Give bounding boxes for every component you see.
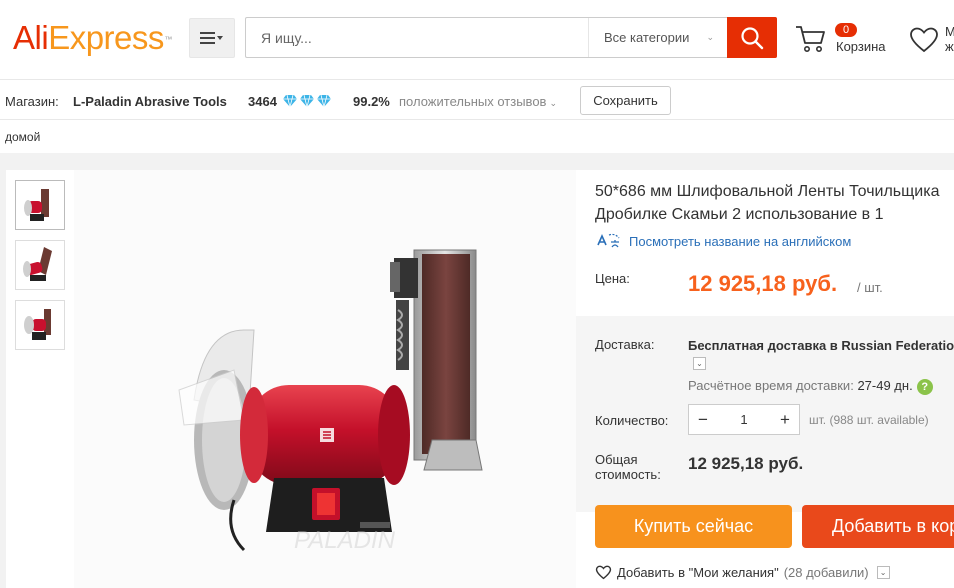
wishlist-label: Мж [945, 24, 954, 54]
shipping-options-dropdown[interactable]: ⌄ [693, 357, 706, 370]
decrease-quantity-button[interactable]: − [689, 405, 717, 434]
search-category-select[interactable]: Все категории ⌄ [588, 18, 727, 57]
breadcrumb-home-link[interactable]: домой [5, 130, 40, 144]
diamond-icon [283, 94, 297, 108]
delivery-estimate: Расчётное время доставки: 27-49 дн.? [688, 378, 933, 395]
breadcrumb: домой [0, 121, 954, 153]
quantity-stepper: − + [688, 404, 800, 435]
diamond-icon [317, 94, 331, 108]
quantity-label: Количество: [595, 413, 669, 428]
product-thumbnail[interactable] [15, 180, 65, 230]
search-category-label: Все категории [604, 30, 690, 45]
help-icon[interactable]: ? [916, 378, 933, 395]
price-unit: / шт. [857, 280, 883, 295]
buy-now-button[interactable]: Купить сейчас [595, 505, 792, 548]
product-thumbnail[interactable] [15, 300, 65, 350]
total-price-label: Общая стоимость: [595, 452, 661, 482]
store-feedback-label: положительных отзывов [399, 94, 547, 109]
wishlist-count: (28 добавили) [783, 565, 869, 580]
cart-count-badge: 0 [835, 23, 857, 37]
cart-icon [796, 26, 825, 52]
translate-link-label: Посмотреть название на английском [629, 233, 852, 249]
store-rating-diamonds [282, 94, 332, 108]
quantity-input[interactable] [717, 405, 771, 434]
hamburger-icon [200, 32, 223, 44]
svg-text:PALADIN: PALADIN [294, 527, 396, 554]
search-bar: Все категории ⌄ [245, 17, 777, 58]
chevron-down-icon[interactable]: ⌄ [876, 566, 890, 579]
store-score: 3464 [248, 94, 277, 109]
product-thumbnail[interactable] [15, 240, 65, 290]
logo-express-text: Express [48, 19, 164, 56]
chevron-down-icon: ⌄ [549, 98, 558, 108]
logo-ali-text: Ali [13, 19, 49, 56]
search-input[interactable] [246, 18, 588, 57]
store-label: Магазин: [5, 94, 59, 109]
header-wishlist-button[interactable]: Мж [907, 20, 954, 60]
store-feedback-dropdown[interactable]: положительных отзывов ⌄ [399, 94, 557, 109]
chevron-down-icon: ⌄ [706, 32, 714, 42]
store-info-bar: Магазин: L-Paladin Abrasive Tools 3464 9… [0, 80, 954, 120]
save-store-button[interactable]: Сохранить [580, 86, 671, 115]
aliexpress-logo[interactable]: AliExpress ™ [13, 18, 172, 58]
search-icon [741, 26, 764, 49]
add-to-wishlist-link[interactable]: Добавить в "Мои желания" (28 добавили) ⌄ [595, 565, 890, 580]
product-price: 12 925,18 руб. [688, 271, 838, 296]
shipping-label: Доставка: [595, 337, 655, 352]
logo-trademark: ™ [164, 35, 172, 44]
product-main-image[interactable]: PALADIN [74, 170, 576, 588]
product-title: 50*686 мм Шлифовальной Ленты Точильщика Д… [595, 183, 940, 223]
price-label: Цена: [595, 271, 630, 286]
wishlist-label: Добавить в "Мои желания" [617, 565, 779, 580]
cart-button[interactable]: 0 Корзина [795, 20, 895, 60]
product-gallery: PALADIN [6, 170, 576, 588]
chevron-down-icon: ⌄ [696, 359, 703, 368]
translate-icon [597, 233, 620, 248]
translate-title-link[interactable]: Посмотреть название на английском [595, 233, 851, 249]
diamond-icon [300, 94, 314, 108]
cart-label: Корзина [836, 39, 886, 54]
shipping-value: Бесплатная доставка в Russian Federation [688, 338, 954, 353]
store-positive-percent: 99.2% [353, 94, 390, 109]
category-menu-button[interactable] [189, 18, 235, 58]
search-button[interactable] [727, 17, 777, 58]
heart-icon [595, 565, 612, 580]
bench-grinder-image: PALADIN [74, 170, 576, 588]
site-header: AliExpress™ Все категории ⌄ 0 Кор [0, 0, 954, 80]
product-info-panel: 50*686 мм Шлифовальной Ленты Точильщика Д… [576, 170, 954, 588]
thumbnail-list [15, 180, 65, 360]
add-to-cart-button[interactable]: Добавить в корзину [802, 505, 954, 548]
delivery-days: 27-49 дн. [857, 378, 913, 393]
stock-availability: шт. (988 шт. available) [809, 413, 929, 427]
total-price-value: 12 925,18 руб. [688, 454, 804, 473]
heart-icon [910, 27, 938, 53]
increase-quantity-button[interactable]: + [771, 405, 799, 434]
store-name-link[interactable]: L-Paladin Abrasive Tools [73, 94, 227, 109]
